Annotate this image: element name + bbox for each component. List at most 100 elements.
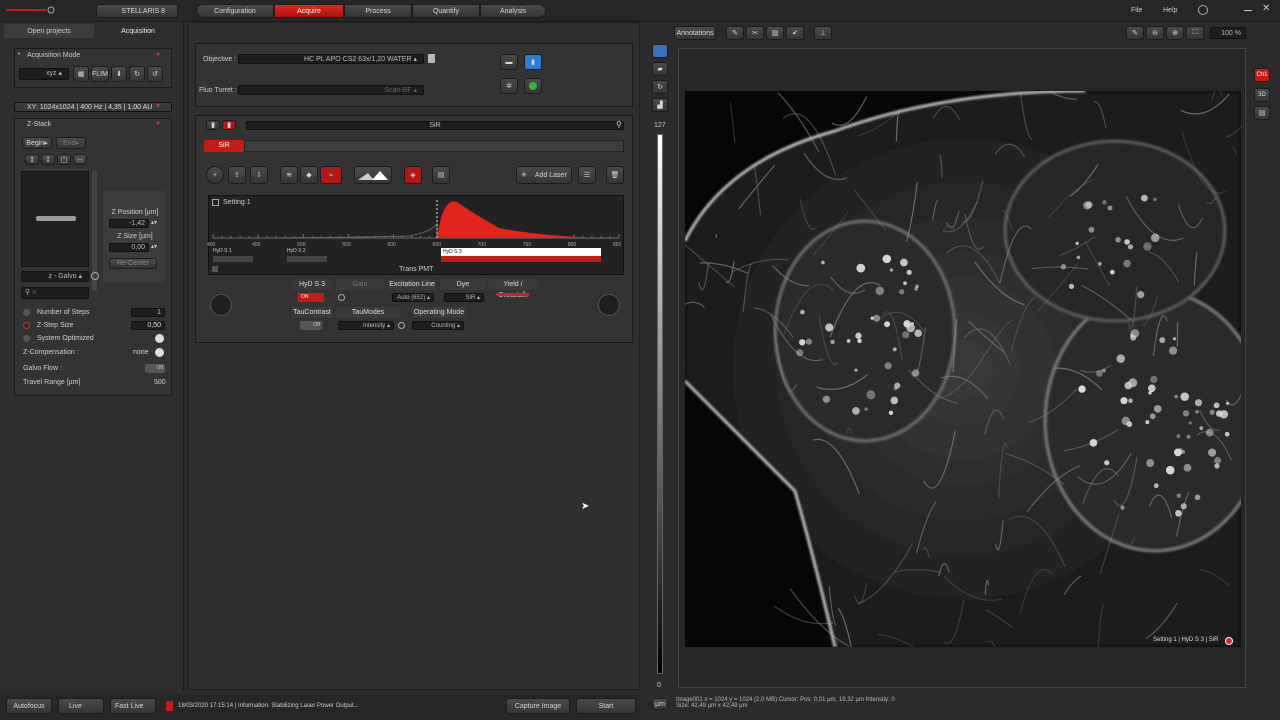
rotate-button[interactable]: ↺ (147, 66, 163, 82)
grid-button[interactable]: ▦ (73, 66, 89, 82)
tab-open-projects[interactable]: Open projects (4, 24, 94, 38)
sequence-button[interactable]: ≈ (320, 166, 342, 184)
zoom-out-button[interactable]: ⊖ (1146, 26, 1164, 40)
instrument-selector[interactable]: STELLARIS 8 (96, 4, 178, 18)
z-compensation-icon[interactable] (155, 348, 164, 357)
tab-acquisition[interactable]: Acquisition (94, 24, 182, 38)
zstack-tool-3[interactable]: ▢ (57, 154, 71, 165)
z-slider-handle[interactable] (36, 216, 76, 221)
z-drive-select[interactable]: z - Galvo ▴ (21, 271, 89, 282)
menu-file[interactable]: File (1131, 7, 1142, 14)
flim-button[interactable]: FLIM (91, 66, 109, 82)
dye-select[interactable]: SiR ▴ (444, 293, 484, 302)
z-size-spin[interactable]: ▴▾ (151, 243, 157, 250)
status-ok-button[interactable] (524, 78, 542, 94)
unit-button[interactable]: µm (652, 698, 668, 710)
plane-button[interactable]: ◆ (300, 166, 318, 184)
fit-button[interactable]: ⛶ (1186, 26, 1204, 40)
add-laser-button[interactable]: ✳ Add Laser (516, 166, 572, 184)
tab-process[interactable]: Process (344, 4, 412, 18)
begin-button[interactable]: Begin ▸ (22, 137, 52, 149)
detector-bar-3[interactable]: HyD S 3 (441, 248, 601, 256)
annot-tool-5[interactable]: ⊥ (814, 26, 832, 40)
step-size-radio[interactable] (23, 322, 30, 329)
pen-button[interactable]: ✎ (1126, 26, 1144, 40)
steps-input[interactable]: 1 (131, 308, 165, 317)
minimize-icon[interactable] (1244, 10, 1252, 11)
setting-toggle-b[interactable]: ▮ (222, 120, 236, 130)
spectrum-button[interactable] (354, 166, 392, 184)
camera-button[interactable]: ▮ (524, 54, 542, 70)
collapse-icon[interactable]: • (18, 52, 20, 58)
taumode-select[interactable]: Intensity ▴ (338, 321, 394, 330)
upload-button[interactable]: ⇪ (228, 166, 246, 184)
mode-select[interactable]: xyz ▴ (19, 68, 69, 80)
view-option-button[interactable]: ▤ (1254, 106, 1270, 120)
z-position-input[interactable]: -1,42 (109, 219, 149, 228)
download-setting-button[interactable]: ⇩ (250, 166, 268, 184)
taucontrast-toggle[interactable]: Off (300, 321, 322, 330)
close-zstack-icon[interactable]: ● (156, 120, 160, 127)
microscopy-image[interactable] (685, 91, 1241, 647)
zstack-tool-1[interactable]: ↥ (25, 154, 39, 165)
lock-right-icon[interactable] (598, 294, 620, 316)
setting-toggle-a[interactable]: ▮ (206, 120, 220, 130)
live-button[interactable]: Live (58, 698, 104, 714)
z-size-input[interactable]: 0,00 (109, 243, 149, 252)
end-button[interactable]: End ▸ (56, 137, 86, 149)
close-xy-icon[interactable]: ● (156, 102, 160, 109)
z-position-spin[interactable]: ▴▾ (151, 219, 157, 226)
layers-button[interactable]: ≋ (280, 166, 298, 184)
zstack-tool-4[interactable]: ▭ (73, 154, 87, 165)
shutter-button[interactable]: ▬ (500, 54, 518, 70)
spectrum-view[interactable]: Setting 1 400 450 500 550 600 650 700 750 800 850… (207, 195, 624, 275)
histogram-button[interactable]: ▟ (652, 98, 668, 112)
objective-select[interactable]: HC PL APO CS2 63x/1,20 WATER ▴ (238, 54, 424, 64)
trans-checkbox[interactable] (212, 266, 218, 272)
z-drive-info-icon[interactable] (91, 272, 99, 280)
3d-button[interactable]: 3D (1254, 88, 1270, 102)
search-icon[interactable]: ⚲ (616, 120, 622, 129)
trash-button[interactable]: 🗑 (606, 166, 624, 184)
annotations-button[interactable]: Annotations (674, 26, 716, 40)
list-button[interactable]: ☰ (578, 166, 596, 184)
galvo-flow-toggle[interactable]: Off (145, 364, 165, 373)
zstack-tool-2[interactable]: ↧ (41, 154, 55, 165)
close-section-icon[interactable]: ● (156, 51, 160, 58)
tab-acquire[interactable]: Acquire (274, 4, 344, 18)
steps-radio[interactable] (23, 309, 30, 316)
step-size-input[interactable]: 0,50 (131, 321, 165, 330)
start-button[interactable]: Start (576, 698, 636, 714)
operating-mode-select[interactable]: Counting ▴ (412, 321, 464, 330)
zoom-in-button[interactable]: ⊕ (1166, 26, 1184, 40)
autofocus-button[interactable]: Autofocus (6, 698, 52, 714)
lock-left-icon[interactable] (210, 294, 232, 316)
gain-knob[interactable] (338, 294, 345, 301)
eraser-button[interactable]: ◈ (404, 166, 422, 184)
fast-live-button[interactable]: Fast Live (110, 698, 156, 714)
menu-help[interactable]: Help (1163, 7, 1177, 14)
tab-quantify[interactable]: Quantify (412, 4, 480, 18)
capture-image-button[interactable]: Capture Image (506, 698, 570, 714)
recenter-button[interactable]: Re-Center (109, 258, 157, 269)
add-button[interactable]: + (206, 166, 224, 184)
annot-tool-3[interactable]: ▥ (766, 26, 784, 40)
viewer-tool-1[interactable] (652, 44, 668, 58)
palette-button[interactable]: ▤ (432, 166, 450, 184)
viewer-tool-3[interactable]: ↻ (652, 80, 668, 94)
settings-icon[interactable] (1198, 5, 1208, 15)
intensity-scale[interactable] (657, 134, 663, 674)
wheel-button[interactable]: ✲ (500, 78, 518, 94)
refresh-button[interactable]: ↻ (129, 66, 145, 82)
system-optimized-icon[interactable] (155, 334, 164, 343)
tab-analysis[interactable]: Analysis (480, 4, 546, 18)
z-slider[interactable] (21, 171, 89, 267)
excitation-select[interactable]: Auto (652) ▴ (392, 293, 434, 302)
download-button[interactable]: ⬇ (111, 66, 127, 82)
zoom-field[interactable]: 100 % (1210, 27, 1246, 39)
objective-info-icon[interactable] (428, 54, 435, 63)
fluo-turret-select[interactable]: Scan-BF ▴ (238, 85, 424, 95)
annot-tool-4[interactable]: ✔ (786, 26, 804, 40)
tab-configuration[interactable]: Configuration (196, 4, 274, 18)
dye-search[interactable]: SiR (246, 121, 624, 130)
